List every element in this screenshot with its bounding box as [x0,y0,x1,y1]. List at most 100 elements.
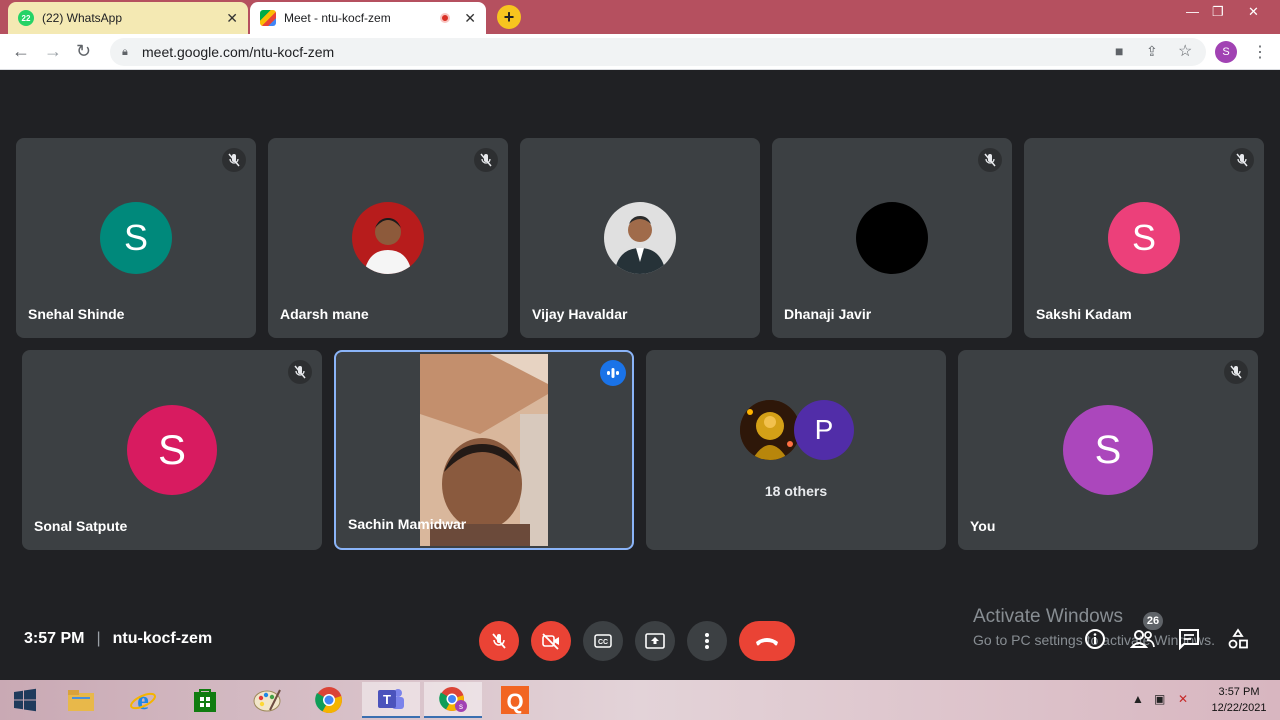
participant-tile[interactable]: Vijay Havaldar [520,138,760,338]
system-clock[interactable]: 3:57 PM 12/22/2021 [1204,684,1274,716]
active-speaker-tile[interactable]: Sachin Mamidwar [334,350,634,550]
new-tab-button[interactable]: + [497,5,521,29]
avatar: S [1063,405,1153,495]
avatar: S [1108,202,1180,274]
camera-toggle-button[interactable] [531,621,571,661]
profile-photo [604,202,676,274]
taskbar-file-explorer[interactable] [52,682,110,718]
people-icon [1129,630,1155,648]
tab-meet[interactable]: Meet - ntu-kocf-zem ✕ [250,2,486,34]
mic-off-icon [492,633,506,649]
reload-icon[interactable]: ↻ [76,41,91,62]
volume-muted-icon[interactable]: ✕ [1178,692,1188,706]
bookmark-star-icon[interactable]: ☆ [1178,41,1192,61]
present-screen-button[interactable] [635,621,675,661]
participant-tile[interactable]: Adarsh mane [268,138,508,338]
profile-photo [856,202,928,274]
present-icon [645,633,665,649]
close-window-icon[interactable]: ✕ [1248,4,1259,20]
profile-avatar[interactable]: S [1215,41,1237,63]
mic-off-icon [978,148,1002,172]
show-hidden-icons-icon[interactable]: ▲ [1132,692,1144,706]
folder-icon [68,690,94,711]
share-icon[interactable]: ⇪ [1146,43,1158,60]
q-app-icon: Q [501,686,529,714]
close-tab-icon[interactable]: ✕ [226,10,238,27]
others-count-label: 18 others [764,483,828,499]
windows-logo-icon [14,688,36,712]
store-icon [194,689,216,712]
mic-off-icon [288,360,312,384]
network-icon[interactable]: ▣ [1154,692,1165,706]
meeting-time: 3:57 PM [24,630,85,647]
participant-count-badge: 26 [1143,612,1163,630]
participant-name: Sachin Mamidwar [348,516,467,532]
people-button[interactable] [1129,628,1156,655]
back-icon[interactable]: ← [12,41,30,62]
forward-icon[interactable]: → [44,41,62,62]
mic-off-icon [474,148,498,172]
lock-icon: 🔒︎ [122,46,128,58]
whatsapp-icon: 22 [18,10,34,26]
info-icon [1085,629,1105,649]
taskbar-chrome[interactable] [300,682,358,718]
taskbar-chrome-profile[interactable]: s [424,682,482,718]
activities-button[interactable] [1227,628,1249,655]
chrome-icon [315,687,342,714]
svg-text:T: T [383,692,391,707]
mic-off-icon [1230,148,1254,172]
clock-time: 3:57 PM [1218,686,1260,698]
participant-name: Adarsh mane [280,306,369,322]
participant-name: Vijay Havaldar [532,306,628,322]
avatar: S [127,405,217,495]
chat-button[interactable] [1178,628,1200,655]
camera-off-icon [542,633,559,650]
svg-text:CC: CC [598,639,608,646]
meeting-info-button[interactable] [1084,628,1106,655]
taskbar-paint[interactable] [238,682,296,718]
close-tab-icon[interactable]: ✕ [464,10,476,27]
leave-call-button[interactable] [739,621,795,661]
paint-palette-icon [253,689,281,712]
chat-icon [1179,629,1199,651]
internet-explorer-icon: e [130,686,156,714]
meet-icon [260,10,276,26]
taskbar-store[interactable] [176,682,234,718]
others-tile[interactable]: P 18 others [646,350,946,550]
teams-icon: T [378,689,404,709]
camera-icon[interactable]: ■ [1115,43,1123,59]
participant-tile[interactable]: S Snehal Shinde [16,138,256,338]
participant-tile[interactable]: Dhanaji Javir [772,138,1012,338]
browser-menu-icon[interactable]: ⋮ [1252,42,1268,62]
clock-date: 12/22/2021 [1211,702,1267,714]
meeting-code[interactable]: ntu-kocf-zem [113,630,213,648]
taskbar-teams[interactable]: T [362,682,420,718]
browser-toolbar: ← → ↻ 🔒︎ meet.google.com/ntu-kocf-zem ■ … [0,34,1280,70]
browser-tab-bar: 22 (22) WhatsApp ✕ Meet - ntu-kocf-zem ✕… [0,0,1280,34]
participant-name: You [970,518,996,534]
speaking-indicator-icon [600,360,626,386]
mic-off-icon [1224,360,1248,384]
svg-text:Q: Q [506,689,523,714]
watermark-line-1: Activate Windows [973,606,1123,627]
more-options-button[interactable] [687,621,727,661]
tab-title: (22) WhatsApp [42,11,123,25]
profile-photo [740,400,800,460]
minimize-icon[interactable]: — [1186,4,1199,19]
participant-tile[interactable]: S Sakshi Kadam [1024,138,1264,338]
recording-indicator-icon [440,13,451,23]
participant-name: Snehal Shinde [28,306,125,322]
captions-button[interactable]: CC [583,621,623,661]
taskbar-internet-explorer[interactable]: e [114,682,172,718]
taskbar-q-app[interactable]: Q [486,682,544,718]
meeting-details: 3:57 PM | ntu-kocf-zem [24,630,212,648]
address-bar[interactable]: 🔒︎ meet.google.com/ntu-kocf-zem [110,38,1206,66]
participant-tile[interactable]: S Sonal Satpute [22,350,322,550]
svg-text:e: e [137,686,149,714]
self-tile[interactable]: S You [958,350,1258,550]
start-button[interactable] [0,682,50,718]
mic-toggle-button[interactable] [479,621,519,661]
tab-whatsapp[interactable]: 22 (22) WhatsApp ✕ [8,2,248,34]
mic-off-icon [222,148,246,172]
restore-icon[interactable]: ❐ [1212,4,1224,20]
